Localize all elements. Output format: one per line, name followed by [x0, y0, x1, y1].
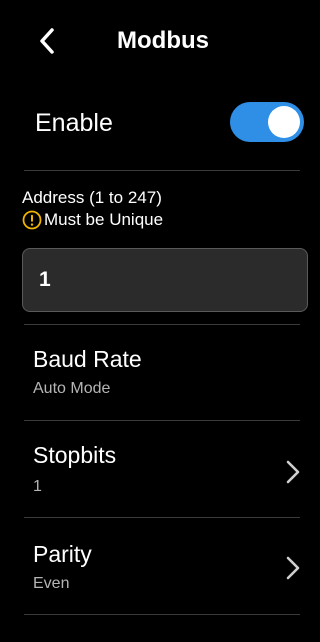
parity-row[interactable]: Parity Even — [0, 518, 310, 612]
stopbits-label: Stopbits — [33, 442, 117, 468]
back-button[interactable] — [30, 24, 64, 58]
unique-warning: Must be Unique — [22, 208, 163, 232]
enable-label: Enable — [35, 109, 113, 137]
warning-text: Must be Unique — [44, 210, 164, 229]
baud-rate-value: Auto Mode — [33, 380, 111, 397]
divider — [24, 170, 300, 171]
stopbits-value: 1 — [33, 478, 42, 495]
enable-toggle[interactable] — [230, 102, 304, 142]
stopbits-row[interactable]: Stopbits 1 — [0, 421, 310, 515]
chevron-right-icon — [286, 556, 300, 580]
divider — [24, 614, 300, 615]
header: Modbus — [0, 0, 310, 82]
toggle-knob — [268, 106, 300, 138]
parity-value: Even — [33, 575, 70, 592]
page-title: Modbus — [117, 27, 209, 54]
baud-rate-row[interactable]: Baud Rate Auto Mode — [0, 325, 310, 419]
address-input[interactable]: 1 — [22, 248, 308, 312]
modbus-screen: Modbus Enable Address (1 to 247) Must be… — [0, 0, 310, 642]
baud-rate-label: Baud Rate — [33, 346, 142, 372]
chevron-left-icon — [40, 28, 54, 54]
warning-circle-icon — [22, 210, 42, 230]
chevron-right-icon — [286, 460, 300, 484]
address-label: Address (1 to 247) — [22, 188, 162, 207]
parity-label: Parity — [33, 541, 92, 567]
